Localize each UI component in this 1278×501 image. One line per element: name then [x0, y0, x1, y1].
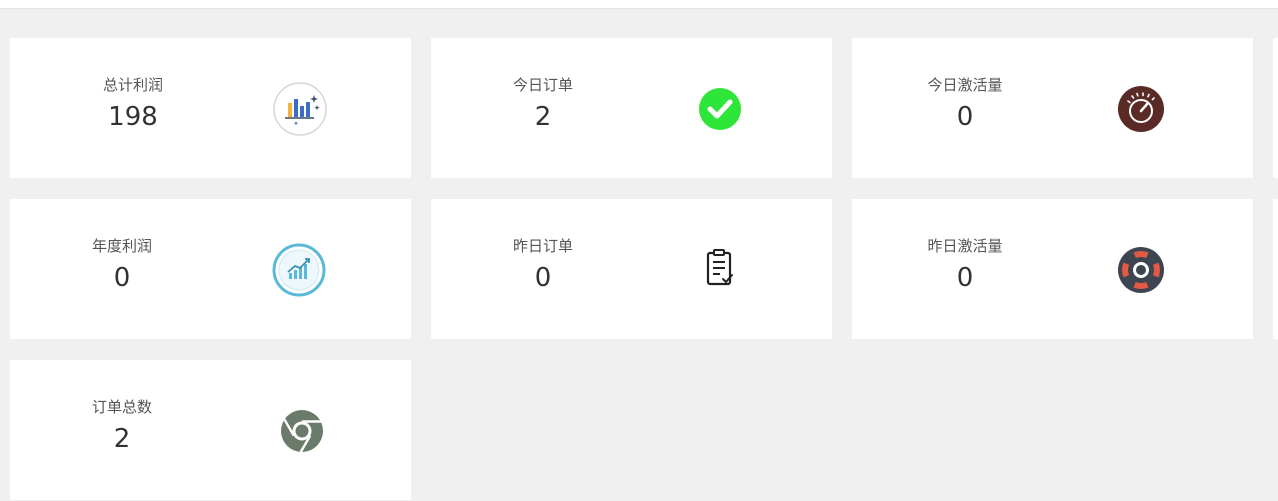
stat-label: 年度利润: [91, 237, 152, 255]
stat-value: 0: [534, 263, 552, 293]
chrome-icon: [274, 403, 330, 459]
bar-chart-icon: [272, 81, 328, 137]
clipboard-check-icon: [692, 242, 748, 298]
stat-value: 2: [534, 102, 552, 132]
stat-label: 总计利润: [102, 76, 163, 94]
stat-label: 订单总数: [91, 398, 152, 416]
stat-card-yesterday-orders[interactable]: 昨日订单 0: [431, 199, 832, 339]
stat-card-annual-profit[interactable]: 年度利润 0: [10, 199, 411, 339]
next-card-edge: [1273, 199, 1278, 339]
stat-label: 今日激活量: [927, 76, 1003, 94]
lifebuoy-icon: [1113, 242, 1169, 298]
top-bar: [0, 0, 1278, 9]
stat-value: 2: [113, 424, 131, 454]
stat-value: 0: [956, 102, 974, 132]
stat-value: 198: [108, 102, 158, 132]
stat-value: 0: [956, 263, 974, 293]
stat-card-total-orders[interactable]: 订单总数 2: [10, 360, 411, 500]
stat-label: 昨日激活量: [927, 237, 1003, 255]
stat-label: 今日订单: [512, 76, 573, 94]
growth-chart-icon: [271, 242, 327, 298]
stat-card-today-activations[interactable]: 今日激活量 0: [852, 38, 1253, 178]
green-check-icon: [692, 81, 748, 137]
stat-card-yesterday-activations[interactable]: 昨日激活量 0: [852, 199, 1253, 339]
speedometer-icon: [1113, 81, 1169, 137]
next-card-edge: [1273, 38, 1278, 178]
stat-card-today-orders[interactable]: 今日订单 2: [431, 38, 832, 178]
stat-label: 昨日订单: [512, 237, 573, 255]
stat-card-total-profit[interactable]: 总计利润 198: [10, 38, 411, 178]
stat-value: 0: [113, 263, 131, 293]
